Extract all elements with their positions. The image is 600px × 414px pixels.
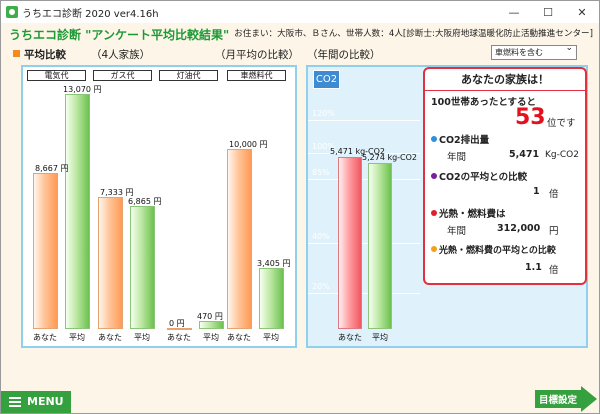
header: うちエコ診断 "アンケート平均比較結果" お住まい：大阪市、Ｂさん、世帯人数：4… <box>9 25 593 43</box>
result-title: あなたの家族は！ <box>425 71 585 91</box>
bar-avg <box>259 267 284 329</box>
bar-you <box>98 197 123 329</box>
tab-co2[interactable]: CO2 <box>313 70 340 89</box>
bar-you <box>227 149 252 329</box>
result-box: あなたの家族は！ 100世帯あったとすると 53 位です CO2排出量 年間 5… <box>423 67 587 285</box>
percent-tick: 20% <box>312 282 330 291</box>
bar-avg <box>130 205 155 329</box>
bar-label-you: あなた <box>227 333 251 342</box>
fuel-include-select[interactable]: 車燃料を含む <box>491 43 577 60</box>
page-title: うちエコ診断 "アンケート平均比較結果" <box>9 28 230 42</box>
annual-bar-you <box>338 157 362 329</box>
annual-label-avg: 平均 <box>372 333 388 342</box>
rank-value: 53 <box>515 105 546 130</box>
residence-info: お住まい：大阪市、Ｂさん、世帯人数：4人[診断士:大阪府地球温暖化防止活動推進セ… <box>234 29 593 39</box>
app-logo-icon <box>6 6 18 18</box>
rank-suffix: 位です <box>547 118 576 129</box>
bar-label-avg: 平均 <box>203 333 219 342</box>
bar-value-you: 0 円 <box>169 319 185 328</box>
minimize-button[interactable]: — <box>497 1 531 23</box>
bar-value-avg: 6,865 円 <box>128 196 162 206</box>
annual-value-avg: 5,274 kg-CO2 <box>362 153 418 163</box>
orange-dot-icon <box>431 246 437 252</box>
bar-value-avg: 470 円 <box>197 311 223 321</box>
cost-times: 倍 <box>549 265 559 276</box>
co2-ratio: 1 <box>533 186 540 197</box>
co2-unit: Kg-CO2 <box>545 150 579 160</box>
bar-label-you: あなた <box>33 333 57 342</box>
cost-heading: 光熱・燃料費は <box>431 206 506 220</box>
annual-label-you: あなた <box>338 333 362 342</box>
title-bar: うちエコ診断 2020 ver4.16h — ☐ ✕ <box>1 1 599 23</box>
co2-value: 5,471 <box>509 149 540 160</box>
column-header-car-fuel: 車燃料代 <box>227 70 286 81</box>
bar-value-you: 10,000 円 <box>229 140 268 150</box>
bar-label-avg: 平均 <box>69 333 85 342</box>
monthly-subtitle: （月平均の比較） <box>215 49 299 61</box>
cost-value: 312,000 <box>497 223 541 234</box>
purple-dot-icon <box>431 173 437 179</box>
bar-value-avg: 3,405 円 <box>257 258 291 268</box>
monthly-section-label: 平均比較 <box>13 47 66 62</box>
cost-ratio: 1.1 <box>525 262 542 273</box>
bar-label-avg: 平均 <box>134 333 150 342</box>
goal-setting-button[interactable]: 目標設定 <box>535 386 597 412</box>
bar-label-avg: 平均 <box>263 333 279 342</box>
bar-value-you: 8,667 円 <box>35 164 69 174</box>
percent-tick: 120% <box>312 109 335 118</box>
window-controls: — ☐ ✕ <box>497 1 599 23</box>
column-header-electricity: 電気代 <box>27 70 86 81</box>
annual-section-label: （年間の比較） <box>307 49 381 61</box>
menu-button[interactable]: MENU <box>1 391 71 413</box>
gridline <box>308 120 420 121</box>
gridline <box>308 293 420 294</box>
percent-tick: 85% <box>312 168 330 177</box>
red-dot-icon <box>431 210 437 216</box>
annual-bar-avg <box>368 163 392 329</box>
bar-you <box>33 173 58 329</box>
gridline <box>308 179 420 180</box>
cost-avg-heading: 光熱・燃料費の平均との比較 <box>431 243 556 256</box>
window-title: うちエコ診断 2020 ver4.16h <box>22 8 159 20</box>
co2-times: 倍 <box>549 189 559 200</box>
co2-heading: CO2排出量 <box>431 132 489 146</box>
co2-avg-heading: CO2の平均との比較 <box>431 169 527 183</box>
percent-tick: 40% <box>312 232 330 241</box>
app-window: うちエコ診断 2020 ver4.16h — ☐ ✕ うちエコ診断 "アンケート… <box>0 0 600 414</box>
maximize-button[interactable]: ☐ <box>531 1 565 23</box>
blue-dot-icon <box>431 136 437 142</box>
bar-label-you: あなた <box>98 333 122 342</box>
cost-unit: 円 <box>549 226 559 237</box>
household-size: （4人家族） <box>91 49 151 61</box>
gridline <box>308 243 420 244</box>
cost-year-label: 年間 <box>447 226 467 237</box>
column-header-gas: ガス代 <box>93 70 152 81</box>
co2-year-label: 年間 <box>447 152 467 163</box>
bar-avg <box>199 320 224 329</box>
bar-value-avg: 13,070 円 <box>63 85 102 94</box>
bar-avg <box>65 94 90 329</box>
monthly-chart-panel: 電気代 ガス代 灯油代 車燃料代 8,667 円 13,070 円あなた 平均 7,3… <box>21 65 297 348</box>
orange-square-icon <box>13 50 20 57</box>
hamburger-icon <box>9 397 21 407</box>
bar-label-you: あなた <box>167 333 191 342</box>
close-button[interactable]: ✕ <box>565 1 599 23</box>
column-header-kerosene: 灯油代 <box>159 70 218 81</box>
